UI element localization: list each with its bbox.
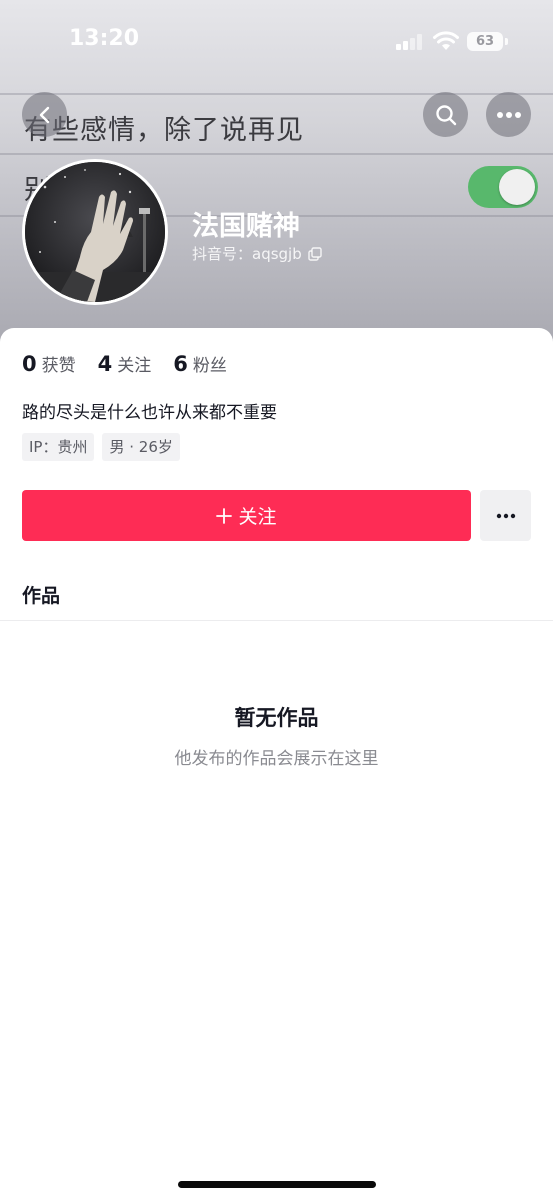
stat-followers-value: 6 <box>173 352 188 376</box>
plus-icon <box>216 507 233 524</box>
search-icon <box>435 104 456 125</box>
background-toggle <box>468 166 538 208</box>
stat-likes-label: 获赞 <box>41 356 76 376</box>
tab-divider <box>0 620 553 621</box>
search-button[interactable] <box>423 92 468 137</box>
more-horizontal-icon <box>496 513 515 518</box>
follow-button[interactable]: 关注 <box>22 490 471 541</box>
douyin-id: 抖音号：aqsgjb <box>192 243 322 264</box>
stat-likes[interactable]: 0 获赞 <box>22 351 76 376</box>
avatar[interactable] <box>22 159 168 305</box>
stat-followers-label: 粉丝 <box>192 356 227 376</box>
background-divider <box>0 153 553 155</box>
more-horizontal-icon <box>496 111 521 118</box>
tab-works[interactable]: 作品 <box>22 581 60 608</box>
stat-likes-value: 0 <box>22 352 37 376</box>
more-options-button[interactable] <box>486 92 531 137</box>
signal-icon <box>396 34 424 50</box>
stat-following-label: 关注 <box>117 356 152 376</box>
profile-header: 有些感情，除了说再见 别 13:20 63 <box>0 0 553 345</box>
more-actions-button[interactable] <box>480 490 531 541</box>
stat-following-value: 4 <box>97 352 113 376</box>
stat-following[interactable]: 4 关注 <box>98 351 152 376</box>
background-divider <box>0 93 553 95</box>
back-button[interactable] <box>22 92 67 137</box>
nickname: 法国赌神 <box>192 211 300 242</box>
copy-icon[interactable] <box>308 246 322 261</box>
profile-card: 0 获赞 4 关注 6 粉丝 路的尽头是什么也许从来都不重要 IP：贵州 男 ·… <box>0 328 553 1200</box>
battery-indicator: 63 <box>467 32 503 51</box>
avatar-image <box>25 162 165 302</box>
douyin-id-text: 抖音号：aqsgjb <box>192 245 302 263</box>
stat-followers[interactable]: 6 粉丝 <box>173 351 227 376</box>
battery-tip <box>505 38 508 45</box>
tag-gender-age: 男 · 26岁 <box>102 433 180 461</box>
chevron-left-icon <box>39 106 49 123</box>
empty-state-subtitle: 他发布的作品会展示在这里 <box>174 749 379 769</box>
bio-signature: 路的尽头是什么也许从来都不重要 <box>22 403 277 423</box>
wifi-icon <box>433 31 459 50</box>
follow-button-label: 关注 <box>238 506 277 528</box>
home-indicator[interactable] <box>178 1181 376 1188</box>
empty-state-title: 暂无作品 <box>234 706 319 730</box>
tag-ip-location: IP：贵州 <box>22 433 95 461</box>
status-time: 13:20 <box>69 26 140 51</box>
profile-tags: IP：贵州 男 · 26岁 <box>22 433 180 461</box>
stats-bar: 0 获赞 4 关注 6 粉丝 <box>22 351 227 376</box>
